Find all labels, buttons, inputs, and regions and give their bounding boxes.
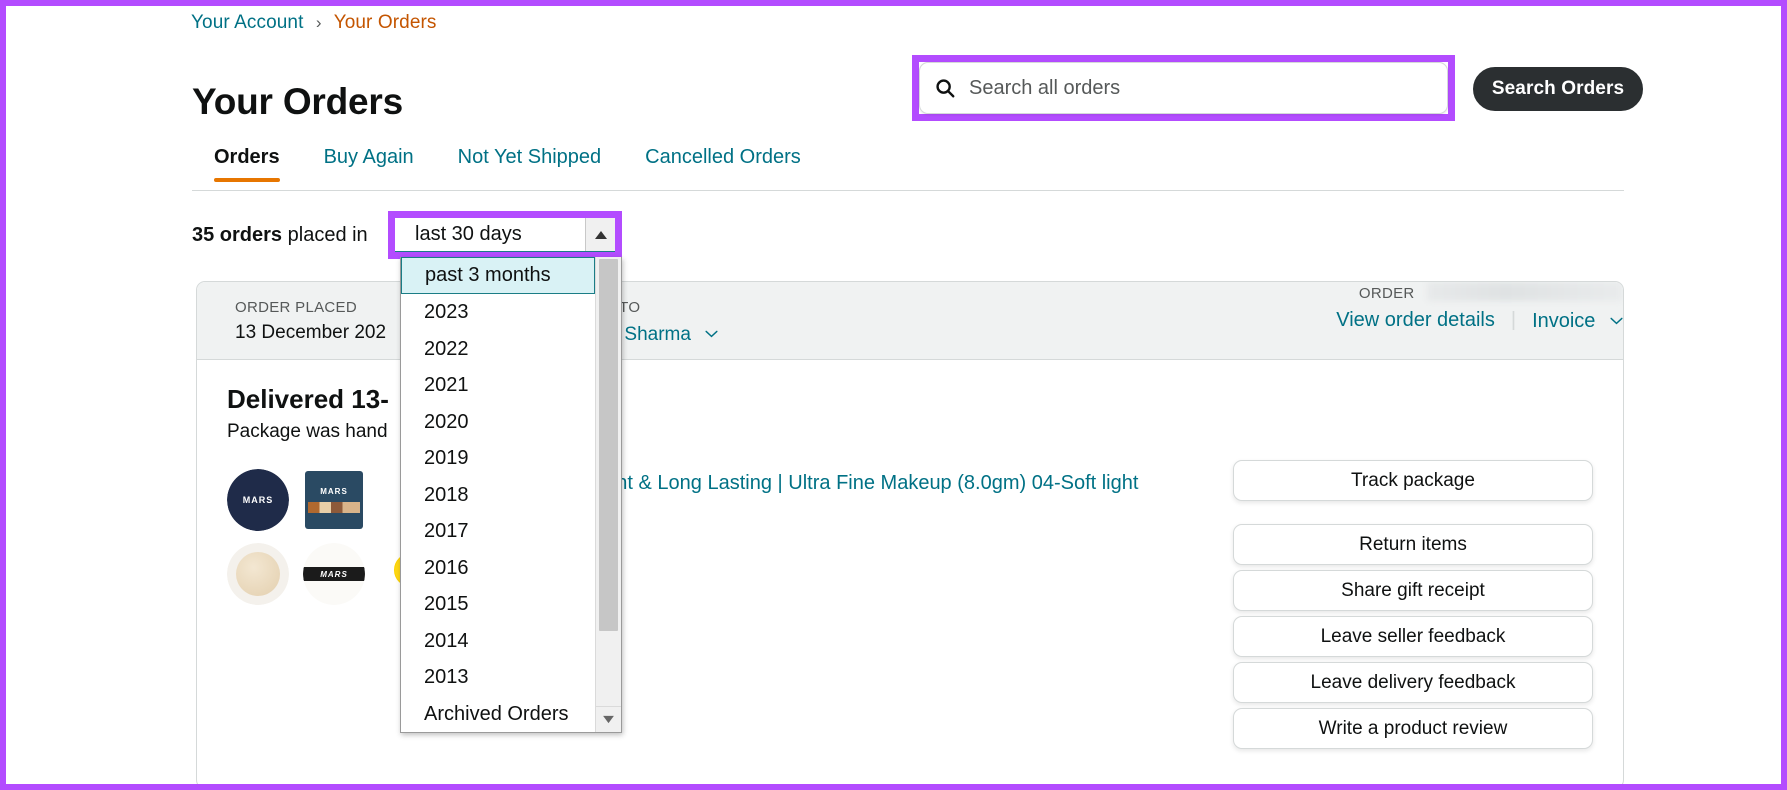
dropdown-option-2013[interactable]: 2013 [401, 659, 595, 696]
track-package-button[interactable]: Track package [1233, 460, 1593, 501]
tab-not-yet-shipped[interactable]: Not Yet Shipped [436, 146, 623, 181]
dropdown-option-2015[interactable]: 2015 [401, 586, 595, 623]
thumbnail-product-box[interactable]: MARS [303, 469, 365, 531]
thumbnail-brand-text: MARS [243, 495, 274, 505]
dropdown-option-2021[interactable]: 2021 [401, 367, 595, 404]
order-placed-value: 13 December 202 [235, 322, 386, 344]
links-separator: | [1511, 309, 1516, 332]
order-number-label-text: ORDER [1359, 285, 1415, 302]
time-filter-select[interactable]: last 30 days [395, 218, 615, 252]
dropdown-scrollbar[interactable] [595, 257, 621, 732]
thumbnail-brand-text: MARS [303, 567, 365, 581]
product-thumbnails: MARS MARS [227, 469, 407, 605]
invoice-link-text: Invoice [1532, 310, 1595, 332]
breadcrumb-your-account[interactable]: Your Account [191, 12, 303, 33]
breadcrumb-separator-icon: › [316, 13, 322, 32]
thumbnail-compact-powder-lid[interactable]: MARS [227, 469, 289, 531]
dropdown-option-2014[interactable]: 2014 [401, 623, 595, 660]
share-gift-receipt-button[interactable]: Share gift receipt [1233, 570, 1593, 611]
dropdown-option-2020[interactable]: 2020 [401, 404, 595, 441]
order-placed-group: ORDER PLACED 13 December 202 [235, 299, 386, 344]
screenshot-highlight-frame: Your Account › Your Orders Your Orders S… [0, 0, 1787, 790]
time-filter-dropdown: past 3 months 2023 2022 2021 2020 2019 2… [400, 257, 622, 733]
time-filter-highlight: last 30 days [388, 211, 622, 259]
write-product-review-button[interactable]: Write a product review [1233, 708, 1593, 749]
dropdown-option-archived-orders[interactable]: Archived Orders [401, 696, 595, 733]
breadcrumb: Your Account › Your Orders [191, 12, 437, 34]
orders-page: Your Account › Your Orders Your Orders S… [6, 6, 1781, 784]
page-title: Your Orders [192, 81, 403, 123]
leave-delivery-feedback-button[interactable]: Leave delivery feedback [1233, 662, 1593, 703]
chevron-down-icon [705, 322, 718, 330]
orders-tabs: Orders Buy Again Not Yet Shipped Cancell… [192, 146, 1624, 191]
spacer [1233, 501, 1593, 524]
tab-cancelled-orders[interactable]: Cancelled Orders [623, 146, 823, 181]
time-filter-selected-value: last 30 days [415, 223, 522, 246]
thumbnail-loose-powder[interactable] [227, 543, 289, 605]
leave-seller-feedback-button[interactable]: Leave seller feedback [1233, 616, 1593, 657]
search-box-highlight [912, 55, 1455, 121]
orders-count-row: 35 orders placed in [192, 224, 368, 247]
orders-count-suffix: placed in [288, 224, 368, 246]
order-placed-label: ORDER PLACED [235, 299, 386, 316]
dropdown-scrollbar-thumb[interactable] [599, 259, 618, 631]
tab-orders[interactable]: Orders [192, 146, 302, 181]
search-all-orders-box[interactable] [919, 62, 1448, 114]
triangle-down-icon[interactable] [596, 706, 621, 732]
breadcrumb-your-orders: Your Orders [334, 12, 437, 33]
orders-count: 35 orders [192, 224, 282, 246]
order-actions: Track package Return items Share gift re… [1233, 460, 1593, 749]
search-icon [934, 77, 956, 99]
dropdown-option-2019[interactable]: 2019 [401, 440, 595, 477]
dropdown-option-past-3-months[interactable]: past 3 months [401, 257, 595, 294]
triangle-up-icon[interactable] [585, 218, 615, 251]
dropdown-option-2023[interactable]: 2023 [401, 294, 595, 331]
dropdown-option-2022[interactable]: 2022 [401, 331, 595, 368]
dropdown-option-2018[interactable]: 2018 [401, 477, 595, 514]
dropdown-option-2016[interactable]: 2016 [401, 550, 595, 587]
invoice-link[interactable]: Invoice [1532, 308, 1623, 333]
time-filter-option-list: past 3 months 2023 2022 2021 2020 2019 2… [401, 257, 595, 732]
tab-buy-again[interactable]: Buy Again [302, 146, 436, 181]
thumbnail-brand-text: MARS [320, 487, 348, 496]
search-orders-button[interactable]: Search Orders [1473, 67, 1643, 111]
thumbnail-powder-puff[interactable]: MARS [303, 543, 365, 605]
dropdown-option-2017[interactable]: 2017 [401, 513, 595, 550]
view-order-details-link[interactable]: View order details [1336, 309, 1495, 332]
chevron-down-icon [1610, 308, 1623, 316]
search-input[interactable] [967, 76, 1433, 101]
order-number-redacted [1427, 282, 1623, 301]
return-items-button[interactable]: Return items [1233, 524, 1593, 565]
